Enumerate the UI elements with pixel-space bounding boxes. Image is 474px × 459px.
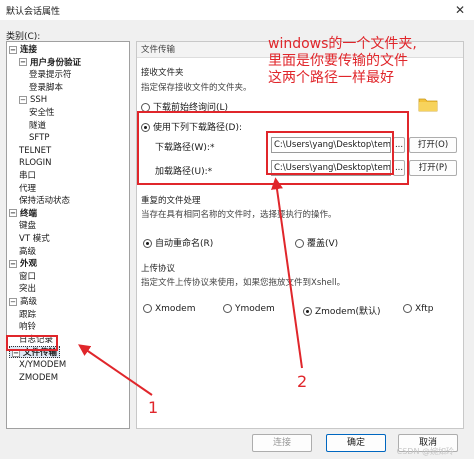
radio-circle[interactable] bbox=[223, 304, 232, 313]
settings-panel: 文件传输 接收文件夹 指定保存接收文件的文件夹。 下载前始终询问(L) 使用下列… bbox=[136, 41, 464, 429]
window-title: 默认会话属性 bbox=[6, 6, 61, 17]
tree-item[interactable]: 键盘 bbox=[19, 220, 36, 232]
watermark: CSDN @婉如玲 bbox=[396, 447, 454, 456]
tree-item-label: 安全性 bbox=[29, 108, 55, 118]
tree-item-label: 用户身份验证 bbox=[30, 57, 82, 68]
receive-desc: 指定保存接收文件的文件夹。 bbox=[141, 83, 252, 93]
tree-item-label: 隧道 bbox=[29, 120, 47, 131]
radio-circle[interactable] bbox=[143, 304, 152, 313]
tree-item-label: ZMODEM bbox=[19, 372, 59, 383]
upload-section-title: 上传协议 bbox=[141, 264, 176, 274]
receive-section-title: 接收文件夹 bbox=[141, 68, 184, 78]
tree-item-label: 串口 bbox=[19, 171, 37, 181]
tree-item-label: 代理 bbox=[19, 183, 37, 194]
tree-item[interactable]: − 高级 bbox=[9, 296, 37, 308]
tree-item-label: 高级 bbox=[19, 246, 37, 257]
duplicate-desc: 当存在具有相同名称的文件时，选择要执行的操作。 bbox=[141, 210, 337, 220]
radio-circle[interactable] bbox=[403, 304, 412, 313]
radio-xftp[interactable]: Xftp bbox=[403, 304, 433, 314]
tree-item[interactable]: SFTP bbox=[29, 132, 49, 144]
open-o-button[interactable]: 打开(O) bbox=[409, 137, 457, 153]
annotation-box-file-transfer bbox=[6, 335, 58, 351]
annotation-box-path-inputs bbox=[266, 131, 394, 175]
tree-item-label: SSH bbox=[30, 95, 48, 106]
tree-item-label: 窗口 bbox=[19, 271, 37, 282]
tree-item-label: 响铃 bbox=[19, 322, 37, 333]
radio-circle-selected[interactable] bbox=[143, 239, 152, 248]
tree-item-label: 终端 bbox=[20, 208, 38, 219]
tree-item[interactable]: 窗口 bbox=[19, 271, 36, 283]
tree-item[interactable]: − 连接 bbox=[9, 44, 37, 56]
collapse-icon[interactable]: − bbox=[9, 297, 17, 306]
upload-desc: 指定文件上传协议来使用，如果您拖放文件到Xshell。 bbox=[141, 278, 346, 288]
tree-item[interactable]: 跟踪 bbox=[19, 309, 36, 321]
tree-item[interactable]: 代理 bbox=[19, 183, 36, 195]
tree-item[interactable]: 响铃 bbox=[19, 321, 36, 333]
marker-2: 2 bbox=[297, 372, 308, 391]
ok-button[interactable]: 确定 bbox=[326, 434, 386, 452]
tree-item[interactable]: − SSH bbox=[19, 94, 47, 106]
tree-item-label: 高级 bbox=[20, 297, 38, 307]
tree-item[interactable]: VT 模式 bbox=[19, 233, 50, 245]
tree-item-label: 保持活动状态 bbox=[19, 196, 71, 207]
duplicate-section-title: 重复的文件处理 bbox=[141, 196, 201, 206]
title-bar: 默认会话属性 ✕ bbox=[0, 0, 474, 20]
tree-item[interactable]: 安全性 bbox=[29, 107, 55, 119]
tree-item[interactable]: X/YMODEM bbox=[19, 359, 66, 371]
tree-item-label: RLOGIN bbox=[19, 158, 52, 169]
open-p-button[interactable]: 打开(P) bbox=[409, 160, 457, 176]
tree-item-label: X/YMODEM bbox=[19, 360, 67, 370]
marker-1: 1 bbox=[148, 398, 159, 417]
radio-zmodem[interactable]: Zmodem(默认) bbox=[303, 304, 380, 317]
tree-item-label: SFTP bbox=[29, 133, 50, 144]
radio-auto-rename[interactable]: 自动重命名(R) bbox=[143, 236, 213, 249]
tree-item[interactable]: 隧道 bbox=[29, 120, 46, 132]
tree-item-label: 连接 bbox=[20, 45, 38, 55]
tree-item-label: 突出 bbox=[19, 284, 37, 295]
category-tree[interactable]: − 连接 − 用户身份验证 登录提示符 登录脚本 − SSH 安全性 隧道 SFTP TELNET RL… bbox=[6, 41, 130, 429]
tree-item[interactable]: 登录提示符 bbox=[29, 69, 72, 81]
collapse-icon[interactable]: − bbox=[9, 45, 17, 54]
tree-item[interactable]: − 用户身份验证 bbox=[19, 57, 81, 69]
tree-item[interactable]: ZMODEM bbox=[19, 372, 58, 384]
collapse-icon[interactable]: − bbox=[19, 95, 27, 104]
radio-circle[interactable] bbox=[295, 239, 304, 248]
close-icon[interactable]: ✕ bbox=[452, 2, 468, 18]
tree-item-label: 键盘 bbox=[19, 221, 37, 232]
tree-item[interactable]: 高级 bbox=[19, 246, 36, 258]
tree-item[interactable]: 保持活动状态 bbox=[19, 195, 70, 207]
tree-item-label: 跟踪 bbox=[19, 309, 37, 320]
tree-item[interactable]: 登录脚本 bbox=[29, 82, 63, 94]
tree-item-label: 登录脚本 bbox=[29, 82, 64, 93]
radio-circle-selected[interactable] bbox=[303, 307, 312, 316]
collapse-icon[interactable]: − bbox=[9, 259, 17, 268]
tree-item-label: VT 模式 bbox=[19, 234, 50, 244]
collapse-icon[interactable]: − bbox=[19, 58, 27, 67]
tree-item[interactable]: TELNET bbox=[19, 145, 51, 157]
tree-item-label: 外观 bbox=[20, 259, 38, 270]
annotation-note: windows的一个文件夹, 里面是你要传输的文件 这两个路径一样最好 bbox=[268, 36, 417, 86]
collapse-icon[interactable]: − bbox=[9, 209, 17, 218]
tree-item-label: 登录提示符 bbox=[29, 70, 72, 81]
tree-item[interactable]: − 终端 bbox=[9, 208, 37, 220]
tree-item[interactable]: RLOGIN bbox=[19, 157, 51, 169]
tree-item[interactable]: 突出 bbox=[19, 283, 36, 295]
tree-item[interactable]: 串口 bbox=[19, 170, 36, 182]
radio-ymodem[interactable]: Ymodem bbox=[223, 304, 275, 314]
tree-item-label: TELNET bbox=[19, 145, 52, 156]
connect-button[interactable]: 连接 bbox=[252, 434, 312, 452]
radio-overwrite[interactable]: 覆盖(V) bbox=[295, 236, 338, 249]
tree-item[interactable]: − 外观 bbox=[9, 258, 37, 270]
radio-xmodem[interactable]: Xmodem bbox=[143, 304, 195, 314]
folder-icon bbox=[418, 98, 438, 112]
